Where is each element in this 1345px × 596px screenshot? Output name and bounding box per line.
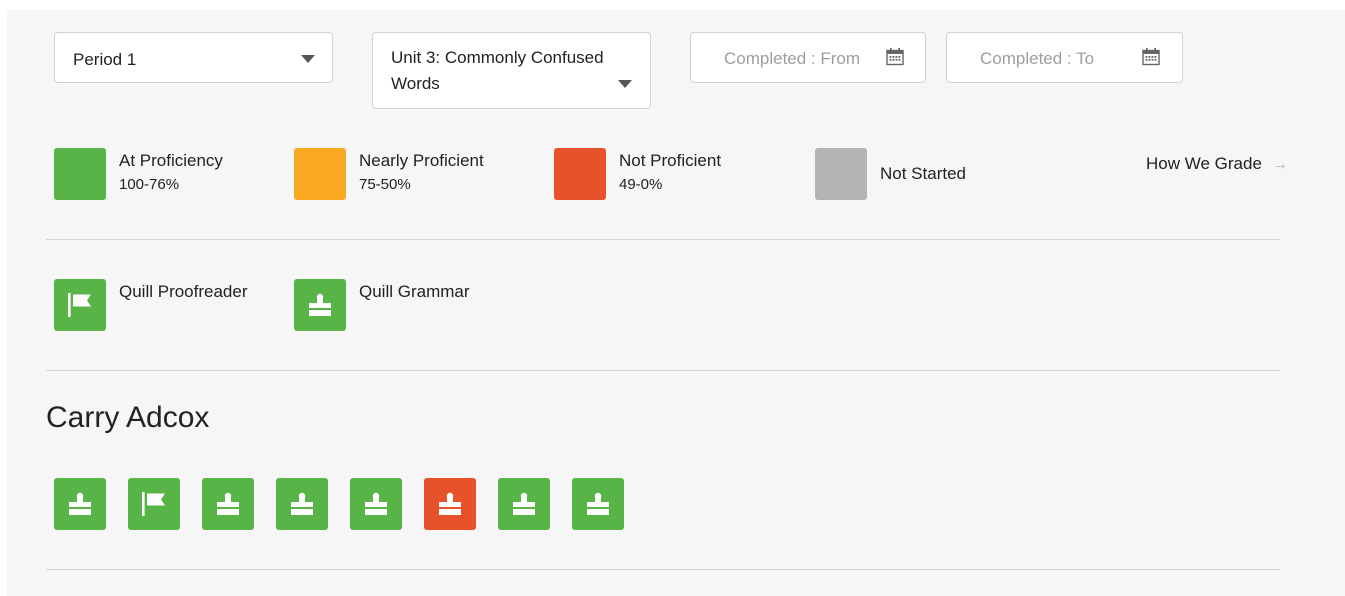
completed-from-date-input[interactable]: Completed : From <box>690 32 926 83</box>
how-we-grade-link[interactable]: How We Grade → <box>1146 152 1288 177</box>
arrow-right-icon: → <box>1271 156 1288 173</box>
legend-label: Not Started <box>880 164 966 183</box>
chevron-down-icon <box>301 55 315 63</box>
student-name: Carry Adcox <box>46 401 210 434</box>
unit-dropdown[interactable]: Unit 3: Commonly Confused Words <box>372 32 651 109</box>
legend-range: 100-76% <box>119 176 180 193</box>
legend-range: 49-0% <box>619 176 663 193</box>
activity-type-label: Quill Grammar <box>359 282 470 301</box>
chevron-down-icon <box>618 80 632 88</box>
puzzle-icon <box>513 492 535 515</box>
legend-label: Nearly Proficient <box>359 151 484 170</box>
puzzle-icon <box>69 492 91 515</box>
activity-puzzle-icon[interactable] <box>498 478 550 530</box>
completed-to-date-input[interactable]: Completed : To <box>946 32 1183 83</box>
divider <box>46 239 1280 240</box>
legend-label: At Proficiency <box>119 151 223 170</box>
activity-puzzle-icon[interactable] <box>572 478 624 530</box>
divider <box>46 370 1280 371</box>
flag-icon <box>54 279 106 331</box>
flag-icon <box>142 492 165 516</box>
completed-from-placeholder: Completed : From <box>724 49 861 68</box>
classroom-dropdown[interactable]: Period 1 <box>54 32 333 83</box>
how-we-grade-label: How We Grade <box>1146 154 1262 173</box>
activity-puzzle-icon[interactable] <box>202 478 254 530</box>
proficient-swatch <box>54 148 106 200</box>
puzzle-icon <box>587 492 609 515</box>
legend-range: 75-50% <box>359 176 411 193</box>
nearly-proficient-swatch <box>294 148 346 200</box>
unit-dropdown-value-line2: Words <box>391 74 440 93</box>
puzzle-icon <box>365 492 387 515</box>
puzzle-icon <box>294 279 346 331</box>
activity-puzzle-icon[interactable] <box>350 478 402 530</box>
calendar-icon[interactable] <box>1141 47 1161 67</box>
unit-dropdown-value-line1: Unit 3: Commonly Confused <box>391 48 604 67</box>
calendar-icon[interactable] <box>885 47 905 67</box>
activity-puzzle-icon[interactable] <box>424 478 476 530</box>
classroom-dropdown-value: Period 1 <box>73 50 137 69</box>
not-started-swatch <box>815 148 867 200</box>
unit-dropdown-value: Unit 3: Commonly Confused Words <box>391 45 604 97</box>
puzzle-icon <box>439 492 461 515</box>
activity-puzzle-icon[interactable] <box>54 478 106 530</box>
activity-puzzle-icon[interactable] <box>276 478 328 530</box>
divider <box>46 569 1280 570</box>
puzzle-icon <box>291 492 313 515</box>
legend-label: Not Proficient <box>619 151 722 170</box>
completed-to-placeholder: Completed : To <box>980 49 1095 68</box>
activity-flag-icon[interactable] <box>128 478 180 530</box>
activity-type-label: Quill Proofreader <box>119 282 248 301</box>
puzzle-icon <box>217 492 239 515</box>
not-proficient-swatch <box>554 148 606 200</box>
